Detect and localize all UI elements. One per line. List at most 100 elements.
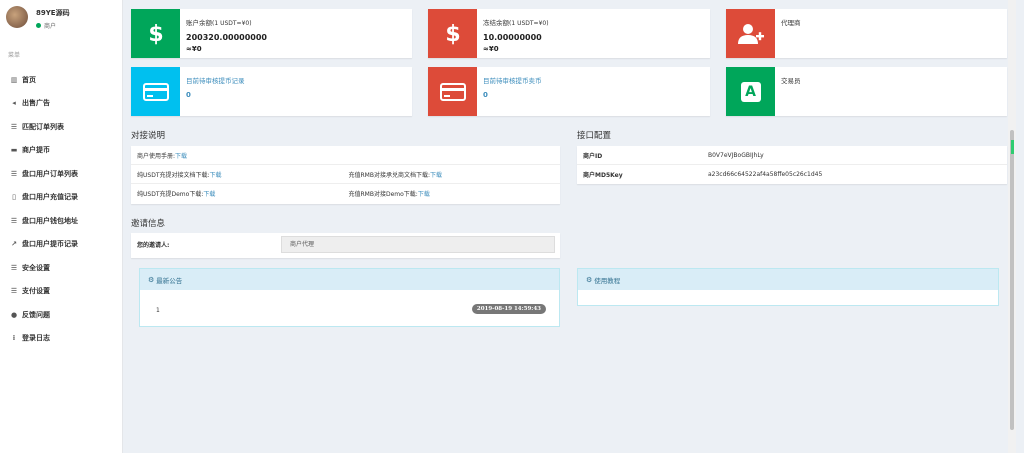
notice-header: ⚙ 最新公告 — [140, 269, 559, 290]
pending-withdraw-value: 0 — [186, 91, 191, 99]
pending-sell-value: 0 — [483, 91, 488, 99]
usdt-demo-download-link[interactable]: 下载 — [203, 191, 215, 198]
menu-list: ▥ 首页 ◂ 出售广告 ☰ 匹配订单列表 ▬ 商户提币 ☰ 盘口用户订单列表 ▯ 盘口用户充值记录 ☰ 盘… — [0, 68, 122, 350]
add-user-icon — [737, 23, 764, 44]
notice-item-number[interactable]: 1 — [156, 307, 160, 314]
sidebar-item-label: 匹配订单列表 — [22, 122, 64, 131]
notice-title: 最新公告 — [156, 276, 183, 285]
docking-row-2: 纯USDT充提Demo下载:下载 充值RMB对接Demo下载:下载 — [131, 184, 560, 203]
svg-text:$: $ — [148, 22, 163, 46]
manual-label: 商户使用手册: — [137, 152, 176, 160]
pending-sell-label[interactable]: 目前待审核提币卖币 — [483, 75, 542, 85]
agent-icon-tile — [726, 9, 775, 58]
sidebar-item-label: 安全设置 — [22, 263, 50, 272]
frozen-cny: ≈¥0 — [483, 45, 499, 53]
sidebar-item-label: 盘口用户充值记录 — [22, 193, 78, 202]
sidebar-item[interactable]: ☰ 盘口用户订单列表 — [0, 162, 122, 186]
user-name: 89YE源码 — [36, 9, 70, 17]
merchant-id-row: 商户ID B0V7eVJBoGBIJhLy — [577, 146, 1007, 165]
dollar-icon: $ — [148, 22, 163, 46]
sidebar-item-label: 首页 — [22, 75, 36, 84]
user-status: 商户 — [36, 21, 70, 30]
scrollbar[interactable] — [1008, 0, 1016, 453]
rmb-demo-download-link[interactable]: 下载 — [418, 191, 430, 198]
trader-label: 交易员 — [781, 77, 801, 85]
frozen-box: $ 冻结余额(1 USDT=¥0) 10.00000000 ≈¥0 — [428, 9, 710, 58]
credit-card-icon — [439, 82, 466, 101]
pending-sell-box: 目前待审核提币卖币 0 — [428, 67, 710, 116]
sidebar-item[interactable]: ☰ 盘口用户钱包地址 — [0, 209, 122, 233]
card-icon: ▬ — [10, 146, 18, 155]
rmb-doc-download-link[interactable]: 下载 — [430, 172, 442, 179]
manual-download-link[interactable]: 下载 — [175, 151, 187, 160]
docking-card: 商户使用手册: 下载 纯USDT充提对接文档下载:下载 充值RMB对接承兑商文档… — [131, 146, 560, 204]
sidebar-item[interactable]: ▯ 盘口用户充值记录 — [0, 186, 122, 210]
manual-row: 商户使用手册: 下载 — [131, 146, 560, 165]
external-link-icon: ↗ — [11, 240, 17, 249]
balance-label: 账户余额(1 USDT=¥0) — [186, 19, 252, 27]
sidebar-item[interactable]: ◂ 出售广告 — [0, 92, 122, 116]
user-info: 89YE源码 商户 — [36, 8, 70, 38]
frozen-value: 10.00000000 — [483, 33, 542, 42]
sidebar-item[interactable]: ● 反馈问题 — [0, 303, 122, 327]
inviter-field[interactable]: 商户代理 — [281, 236, 555, 253]
sidebar-item[interactable]: ⁝ 登录日志 — [0, 327, 122, 351]
avatar[interactable] — [6, 6, 28, 28]
agent-label: 代理商 — [781, 19, 801, 27]
comment-icon: ● — [10, 310, 18, 319]
sidebar-item-label: 盘口用户订单列表 — [22, 169, 78, 178]
frozen-label: 冻结余额(1 USDT=¥0) — [483, 19, 549, 27]
api-card: 商户ID B0V7eVJBoGBIJhLy 商户MD5Key a23cd66c6… — [577, 146, 1007, 184]
sidebar-item[interactable]: ▥ 首页 — [0, 68, 122, 92]
invite-title: 邀请信息 — [131, 219, 166, 229]
sidebar-item-label: 反馈问题 — [22, 310, 50, 319]
sidebar-item[interactable]: ☰ 匹配订单列表 — [0, 115, 122, 139]
scrollbar-thumb[interactable] — [1010, 130, 1014, 430]
log-icon: ⁝ — [12, 334, 16, 343]
merchant-id-label: 商户ID — [583, 152, 603, 160]
usdt-doc-label: 纯USDT充提对接文档下载: — [137, 171, 210, 179]
list-icon: ☰ — [10, 263, 18, 272]
list-icon: ☰ — [10, 169, 18, 178]
tutorial-panel: ⚙ 使用教程 — [577, 268, 999, 306]
md5key-row: 商户MD5Key a23cd66c64522af4a58ffe05c26c1d4… — [577, 165, 1007, 184]
notice-time-badge: 2019-08-19 14:59:43 — [471, 304, 546, 314]
sidebar-item[interactable]: ↗ 盘口用户提币记录 — [0, 233, 122, 257]
sidebar-item-label: 商户提币 — [22, 146, 50, 155]
cogs-icon: ⚙ — [148, 275, 155, 284]
menu-header: 菜单 — [8, 52, 21, 59]
list-icon: ☰ — [10, 287, 18, 296]
trader-icon: A — [740, 81, 761, 102]
sidebar-item[interactable]: ☰ 安全设置 — [0, 256, 122, 280]
api-title: 接口配置 — [577, 131, 612, 141]
list-icon: ☰ — [10, 122, 18, 131]
sidebar-item[interactable]: ☰ 支付设置 — [0, 280, 122, 304]
invite-card: 您的邀请人: 商户代理 — [131, 233, 560, 258]
trader-icon-tile: A — [726, 67, 775, 116]
sidebar-item-label: 登录日志 — [22, 334, 50, 343]
main-content: $ 账户余额(1 USDT=¥0) 200320.00000000 ≈¥0 $ … — [123, 0, 1016, 453]
agent-box[interactable]: 代理商 — [726, 9, 1007, 58]
online-status-icon — [36, 23, 41, 28]
bar-chart-icon: ▥ — [10, 75, 18, 84]
tutorial-title: 使用教程 — [594, 276, 621, 285]
pending-withdraw-box: 目前待审核提币记录 0 — [131, 67, 412, 116]
sidebar-item-label: 出售广告 — [22, 99, 50, 108]
pending-withdraw-label[interactable]: 目前待审核提币记录 — [186, 75, 245, 85]
user-panel: 89YE源码 商户 — [0, 0, 122, 38]
sidebar: 89YE源码 商户 菜单 ▥ 首页 ◂ 出售广告 ☰ 匹配订单列表 ▬ 商户提币 ☰ 盘口用户订单… — [0, 0, 123, 453]
usdt-doc-download-link[interactable]: 下载 — [210, 172, 222, 179]
sidebar-item[interactable]: ▬ 商户提币 — [0, 139, 122, 163]
md5key-label: 商户MD5Key — [583, 172, 623, 179]
cogs-icon: ⚙ — [586, 275, 593, 284]
scrollbar-marker — [1011, 140, 1014, 154]
inviter-label: 您的邀请人: — [137, 242, 170, 249]
sidebar-item-label: 支付设置 — [22, 287, 50, 296]
sidebar-item-label: 盘口用户钱包地址 — [22, 216, 78, 225]
balance-icon-tile: $ — [131, 9, 180, 58]
frozen-icon-tile: $ — [428, 9, 477, 58]
trader-box[interactable]: A 交易员 — [726, 67, 1007, 116]
balance-box: $ 账户余额(1 USDT=¥0) 200320.00000000 ≈¥0 — [131, 9, 412, 58]
usdt-demo-label: 纯USDT充提Demo下载: — [137, 191, 204, 198]
pending-withdraw-icon-tile — [131, 67, 180, 116]
